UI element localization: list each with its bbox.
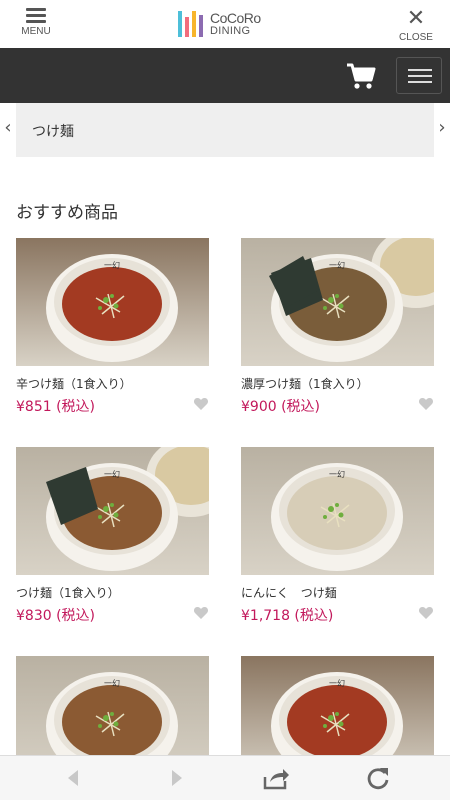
close-icon: ✕	[406, 6, 426, 31]
product-image[interactable]: 一幻	[16, 238, 209, 366]
browser-toolbar	[0, 755, 450, 800]
product-price: ¥900 (税込)	[241, 399, 321, 415]
svg-text:一幻: 一幻	[104, 469, 120, 479]
category-carousel: つけ麺 ‹ ›	[0, 103, 450, 157]
product-price: ¥1,718 (税込)	[241, 608, 334, 624]
logo-mark-icon	[178, 11, 204, 37]
close-button[interactable]: ✕ CLOSE	[394, 6, 438, 44]
top-header: MENU CoCoRo DINING ✕ CLOSE	[0, 0, 450, 48]
logo-text-line2: DINING	[210, 25, 251, 37]
site-nav-bar	[0, 48, 450, 103]
section-title: おすすめ商品	[16, 203, 118, 223]
product-price: ¥851 (税込)	[16, 399, 96, 415]
close-label: CLOSE	[399, 32, 433, 43]
svg-text:一幻: 一幻	[329, 260, 345, 270]
category-item[interactable]: つけ麺	[16, 103, 434, 157]
category-label: つけ麺	[32, 124, 74, 140]
product-card[interactable]: 一幻つけ麺（1食入り） ¥830 (税込)	[16, 447, 209, 627]
product-image[interactable]: 一幻	[241, 447, 434, 575]
product-card[interactable]: 一幻にんにく つけ麺 ¥1,718 (税込)	[241, 447, 434, 627]
product-image[interactable]: 一幻	[241, 238, 434, 366]
product-price: ¥830 (税込)	[16, 608, 96, 624]
product-image[interactable]: 一幻	[16, 447, 209, 575]
product-name[interactable]: にんにく つけ麺	[241, 584, 434, 601]
favorite-heart-icon[interactable]	[418, 396, 434, 412]
product-card[interactable]: 一幻濃厚つけ麺（1食入り） ¥900 (税込)	[241, 238, 434, 418]
svg-text:一幻: 一幻	[329, 678, 345, 688]
product-name[interactable]: 濃厚つけ麺（1食入り）	[241, 375, 434, 392]
favorite-heart-icon[interactable]	[418, 605, 434, 621]
hamburger-icon	[16, 8, 56, 23]
favorite-heart-icon[interactable]	[193, 605, 209, 621]
nav-toggle-button[interactable]	[396, 57, 442, 94]
svg-text:一幻: 一幻	[329, 469, 345, 479]
menu-button[interactable]: MENU	[16, 8, 56, 37]
product-card[interactable]: 一幻辛つけ麺（1食入り） ¥851 (税込)	[16, 238, 209, 418]
menu-label: MENU	[21, 26, 51, 37]
share-icon[interactable]	[262, 765, 290, 791]
product-name[interactable]: つけ麺（1食入り）	[16, 584, 209, 601]
logo-text-line1: CoCoRo	[210, 10, 261, 26]
cart-icon[interactable]	[346, 62, 376, 90]
chevron-right-icon[interactable]: ›	[434, 117, 450, 138]
svg-text:一幻: 一幻	[104, 678, 120, 688]
forward-arrow-icon[interactable]	[162, 765, 190, 791]
svg-text:一幻: 一幻	[104, 260, 120, 270]
chevron-left-icon[interactable]: ‹	[0, 117, 16, 138]
product-name[interactable]: 辛つけ麺（1食入り）	[16, 375, 209, 392]
favorite-heart-icon[interactable]	[193, 396, 209, 412]
back-arrow-icon[interactable]	[60, 765, 88, 791]
reload-icon[interactable]	[364, 765, 392, 791]
